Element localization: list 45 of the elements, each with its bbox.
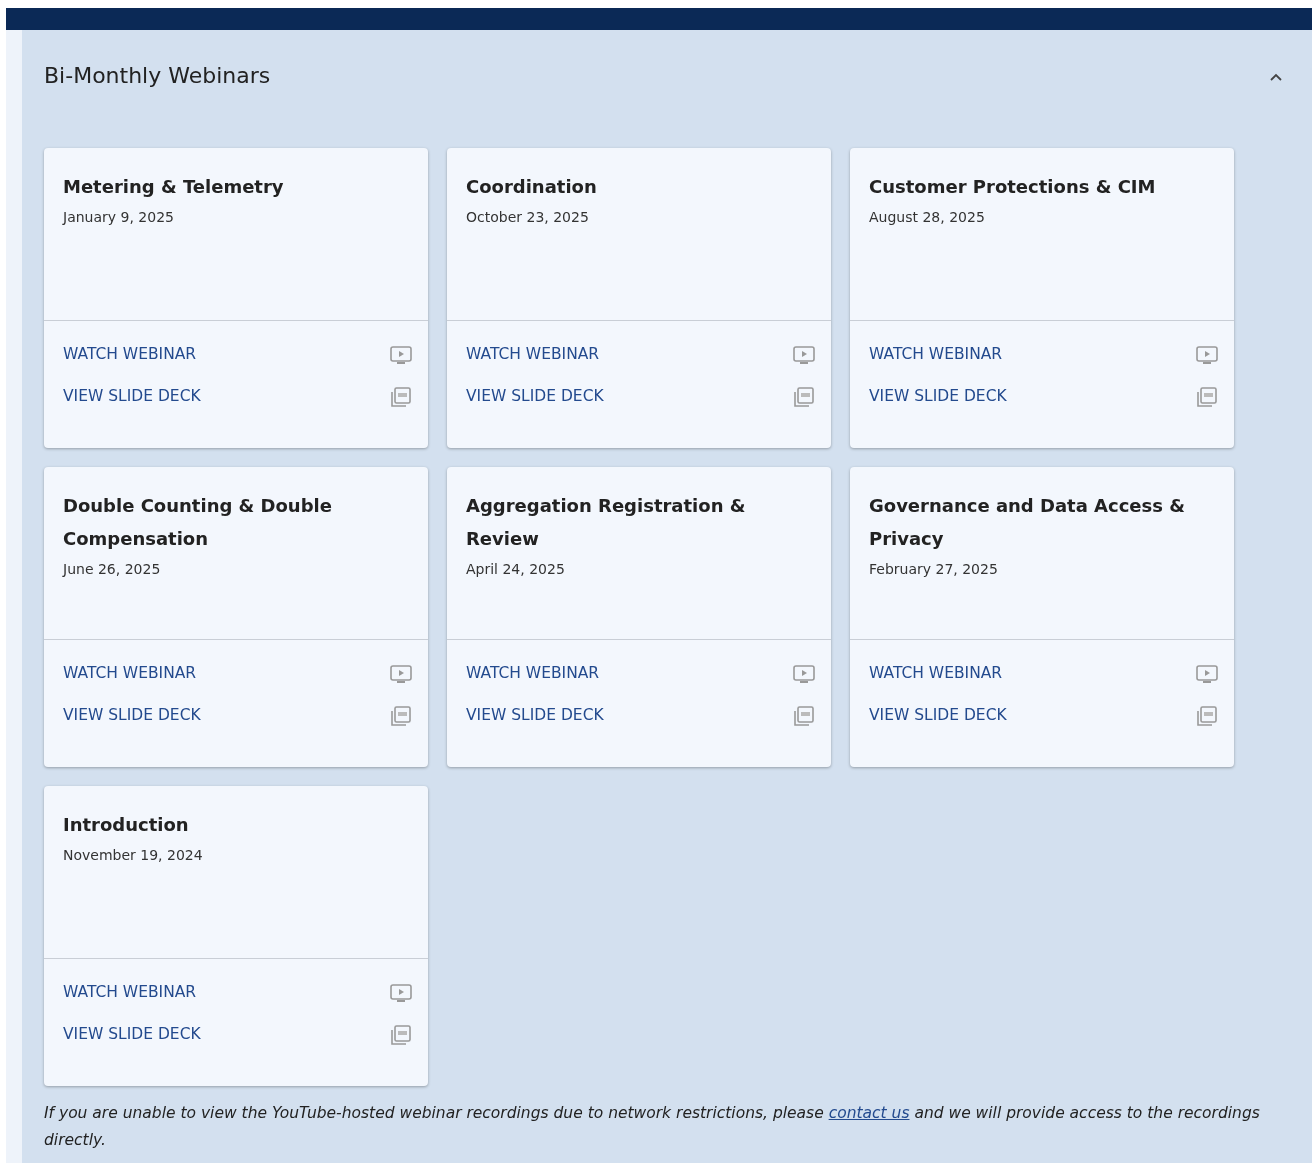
document-stack-icon[interactable] bbox=[390, 705, 412, 726]
webinar-title: Metering & Telemetry bbox=[63, 175, 285, 199]
view-slide-deck-link[interactable]: VIEW SLIDE DECK bbox=[466, 385, 604, 409]
webinar-date: January 9, 2025 bbox=[63, 208, 175, 227]
webinar-title: Customer Protections & CIM bbox=[869, 175, 1157, 199]
webinar-title: Coordination bbox=[466, 175, 598, 199]
webinar-date: April 24, 2025 bbox=[466, 560, 566, 579]
webinar-title: Aggregation Registration & Review bbox=[466, 494, 747, 551]
watch-webinar-link[interactable]: WATCH WEBINAR bbox=[869, 343, 1003, 367]
video-player-icon[interactable] bbox=[390, 663, 412, 684]
document-stack-icon[interactable] bbox=[793, 386, 815, 407]
webinar-date: October 23, 2025 bbox=[466, 208, 590, 227]
video-player-icon[interactable] bbox=[1196, 344, 1218, 365]
watch-webinar-link[interactable]: WATCH WEBINAR bbox=[466, 662, 600, 686]
webinar-date: November 19, 2024 bbox=[63, 846, 204, 865]
view-slide-deck-link[interactable]: VIEW SLIDE DECK bbox=[869, 704, 1007, 728]
document-stack-icon[interactable] bbox=[1196, 386, 1218, 407]
webinar-title: Introduction bbox=[63, 813, 190, 837]
watch-webinar-link[interactable]: WATCH WEBINAR bbox=[63, 662, 197, 686]
webinar-title: Governance and Data Access & Privacy bbox=[869, 494, 1186, 551]
watch-webinar-link[interactable]: WATCH WEBINAR bbox=[869, 662, 1003, 686]
watch-webinar-link[interactable]: WATCH WEBINAR bbox=[466, 343, 600, 367]
view-slide-deck-link[interactable]: VIEW SLIDE DECK bbox=[869, 385, 1007, 409]
document-stack-icon[interactable] bbox=[390, 386, 412, 407]
webinar-date: February 27, 2025 bbox=[869, 560, 999, 579]
video-player-icon[interactable] bbox=[1196, 663, 1218, 684]
webinar-title: Double Counting & Double Compensation bbox=[63, 494, 333, 551]
section-title: Bi-Monthly Webinars bbox=[44, 62, 271, 90]
webinar-date: June 26, 2025 bbox=[63, 560, 162, 579]
webinar-date: August 28, 2025 bbox=[869, 208, 986, 227]
view-slide-deck-link[interactable]: VIEW SLIDE DECK bbox=[63, 385, 201, 409]
view-slide-deck-link[interactable]: VIEW SLIDE DECK bbox=[466, 704, 604, 728]
video-player-icon[interactable] bbox=[793, 344, 815, 365]
view-slide-deck-link[interactable]: VIEW SLIDE DECK bbox=[63, 1023, 201, 1047]
document-stack-icon[interactable] bbox=[390, 1024, 412, 1045]
note-text: If you are unable to view the YouTube-hosted webinar recordings due to network restrictions, please contact us and we will provide access to the recordings directly. bbox=[44, 1103, 1261, 1151]
document-stack-icon[interactable] bbox=[793, 705, 815, 726]
document-stack-icon[interactable] bbox=[1196, 705, 1218, 726]
video-player-icon[interactable] bbox=[390, 344, 412, 365]
watch-webinar-link[interactable]: WATCH WEBINAR bbox=[63, 981, 197, 1005]
contact-link[interactable]: contact us bbox=[828, 1104, 910, 1122]
watch-webinar-link[interactable]: WATCH WEBINAR bbox=[63, 343, 197, 367]
view-slide-deck-link[interactable]: VIEW SLIDE DECK bbox=[63, 704, 201, 728]
video-player-icon[interactable] bbox=[390, 982, 412, 1003]
video-player-icon[interactable] bbox=[793, 663, 815, 684]
